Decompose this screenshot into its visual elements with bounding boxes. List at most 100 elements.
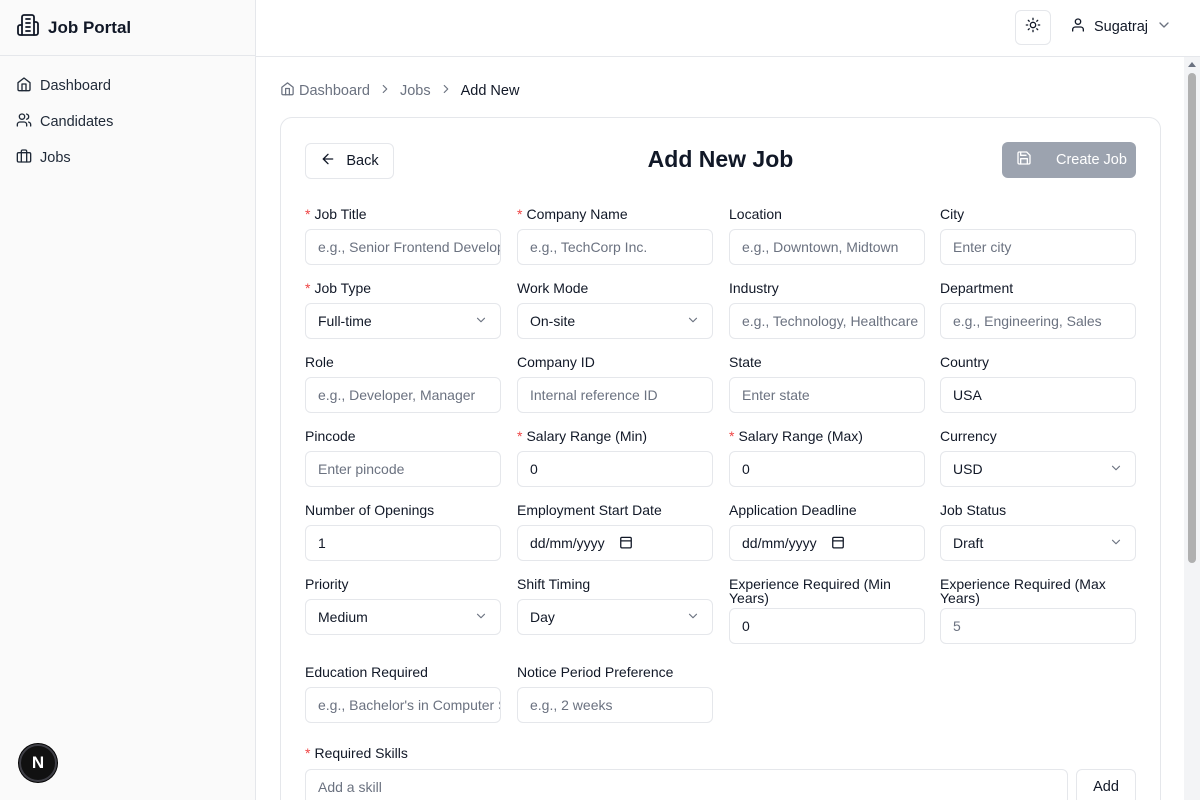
calendar-icon: [831, 535, 845, 552]
education-input[interactable]: e.g., Bachelor's in Computer Science: [305, 687, 501, 723]
priority-label: Priority: [305, 576, 349, 592]
chevron-down-icon: [686, 609, 700, 626]
industry-input[interactable]: e.g., Technology, Healthcare: [729, 303, 925, 339]
company-name-input[interactable]: e.g., TechCorp Inc.: [517, 229, 713, 265]
currency-select[interactable]: USD: [940, 451, 1136, 487]
job-type-select[interactable]: Full-time: [305, 303, 501, 339]
skills-label: Required Skills: [314, 745, 408, 761]
start-date-input[interactable]: dd/mm/yyyy: [517, 525, 713, 561]
role-input[interactable]: e.g., Developer, Manager: [305, 377, 501, 413]
education-field: Education Required e.g., Bachelor's in C…: [305, 665, 501, 723]
exp-min-input[interactable]: 0: [729, 608, 925, 644]
sidebar-item-label: Dashboard: [40, 78, 111, 94]
location-field: Location e.g., Downtown, Midtown: [729, 207, 925, 265]
brand-title: Job Portal: [48, 17, 132, 37]
brand[interactable]: Job Portal: [0, 0, 255, 56]
job-status-label: Job Status: [940, 502, 1007, 518]
home-icon: [280, 81, 295, 100]
job-status-select[interactable]: Draft: [940, 525, 1136, 561]
user-name: Sugatraj: [1094, 19, 1149, 35]
start-date-label: Employment Start Date: [517, 502, 662, 518]
department-label: Department: [940, 280, 1014, 296]
work-mode-label: Work Mode: [517, 280, 589, 296]
deadline-input[interactable]: dd/mm/yyyy: [729, 525, 925, 561]
country-input[interactable]: USA: [940, 377, 1136, 413]
required-marker: *: [305, 280, 311, 296]
department-input[interactable]: e.g., Engineering, Sales: [940, 303, 1136, 339]
role-label: Role: [305, 354, 334, 370]
user-icon: [1070, 17, 1086, 37]
user-menu-button[interactable]: Sugatraj: [1070, 17, 1172, 37]
salary-max-input[interactable]: 0: [729, 451, 925, 487]
chevron-down-icon: [1156, 17, 1172, 37]
notice-input[interactable]: e.g., 2 weeks: [517, 687, 713, 723]
required-marker: *: [517, 428, 523, 444]
scroll-up-arrow-icon[interactable]: [1188, 62, 1196, 67]
priority-value: Medium: [318, 609, 368, 625]
pincode-field: Pincode Enter pincode: [305, 429, 501, 487]
shift-label: Shift Timing: [517, 576, 591, 592]
exp-max-input[interactable]: 5: [940, 608, 1136, 644]
briefcase-icon: [16, 148, 32, 168]
job-status-field: Job Status Draft: [940, 503, 1136, 561]
shift-select[interactable]: Day: [517, 599, 713, 635]
salary-min-field: * Salary Range (Min) 0: [517, 429, 713, 487]
salary-min-input[interactable]: 0: [517, 451, 713, 487]
breadcrumb-label: Dashboard: [299, 82, 370, 99]
save-icon: [1016, 150, 1032, 170]
job-type-value: Full-time: [318, 313, 372, 329]
theme-toggle-button[interactable]: [1015, 10, 1051, 45]
priority-select[interactable]: Medium: [305, 599, 501, 635]
breadcrumb-jobs[interactable]: Jobs: [400, 83, 431, 99]
industry-field: Industry e.g., Technology, Healthcare: [729, 281, 925, 339]
scroll-thumb[interactable]: [1188, 73, 1196, 563]
sidebar-item-dashboard[interactable]: Dashboard: [0, 68, 255, 104]
create-job-button[interactable]: Create Job: [1002, 142, 1136, 178]
company-name-field: * Company Name e.g., TechCorp Inc.: [517, 207, 713, 265]
job-title-input[interactable]: e.g., Senior Frontend Developer: [305, 229, 501, 265]
work-mode-select[interactable]: On-site: [517, 303, 713, 339]
chevron-right-icon: [439, 82, 453, 100]
calendar-icon: [619, 535, 633, 552]
openings-input[interactable]: 1: [305, 525, 501, 561]
chevron-down-icon: [1109, 535, 1123, 552]
job-type-field: * Job Type Full-time: [305, 281, 501, 339]
exp-max-field: Experience Required (Max Years) 5: [940, 577, 1136, 644]
sidebar-item-jobs[interactable]: Jobs: [0, 140, 255, 176]
sidebar-item-candidates[interactable]: Candidates: [0, 104, 255, 140]
work-mode-field: Work Mode On-site: [517, 281, 713, 339]
location-label: Location: [729, 206, 782, 222]
next-dev-badge[interactable]: N: [19, 744, 57, 782]
add-job-form-card: Back Add New Job Create Job * Job Title e…: [280, 117, 1161, 800]
scrollbar[interactable]: [1184, 57, 1200, 800]
top-header: Sugatraj: [256, 0, 1200, 57]
job-title-label: Job Title: [314, 206, 367, 222]
role-field: Role e.g., Developer, Manager: [305, 355, 501, 413]
sun-icon: [1025, 17, 1041, 38]
pincode-input[interactable]: Enter pincode: [305, 451, 501, 487]
sidebar-item-label: Candidates: [40, 114, 114, 130]
breadcrumb-current: Add New: [460, 82, 520, 99]
job-title-field: * Job Title e.g., Senior Frontend Develop…: [305, 207, 501, 265]
add-skill-button[interactable]: Add: [1076, 769, 1136, 800]
deadline-field: Application Deadline dd/mm/yyyy: [729, 503, 925, 561]
sidebar-nav: Dashboard Candidates Jobs: [0, 56, 255, 176]
chevron-down-icon: [474, 313, 488, 330]
skill-input-row: Add a skill Add: [305, 769, 1136, 800]
location-input[interactable]: e.g., Downtown, Midtown: [729, 229, 925, 265]
company-id-input[interactable]: Internal reference ID: [517, 377, 713, 413]
education-label: Education Required: [305, 664, 428, 680]
work-mode-value: On-site: [530, 313, 576, 329]
shift-field: Shift Timing Day: [517, 577, 713, 635]
main-content: Dashboard Jobs Add New Back Add New Job …: [256, 57, 1184, 800]
country-label: Country: [940, 354, 990, 370]
chevron-right-icon: [378, 82, 392, 100]
skill-input[interactable]: Add a skill: [305, 769, 1068, 800]
city-field: City Enter city: [940, 207, 1136, 265]
city-label: City: [940, 206, 965, 222]
city-input[interactable]: Enter city: [940, 229, 1136, 265]
exp-max-label: Experience Required (Max Years): [940, 576, 1106, 606]
company-name-label: Company Name: [526, 206, 628, 222]
breadcrumb-dashboard[interactable]: Dashboard: [280, 81, 370, 100]
state-input[interactable]: Enter state: [729, 377, 925, 413]
